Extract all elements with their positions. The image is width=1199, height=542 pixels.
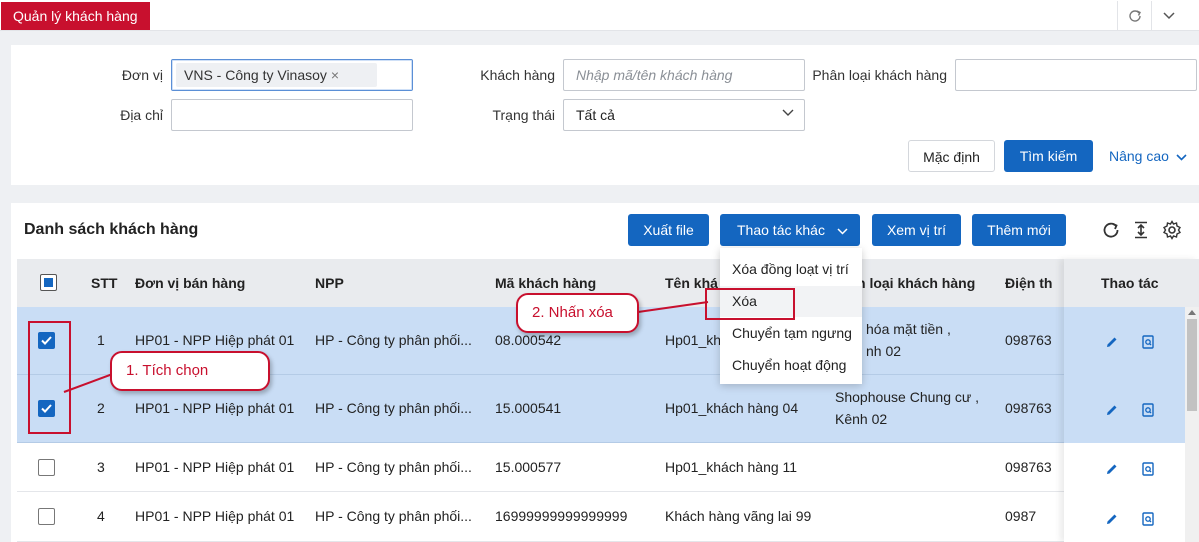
highlight-checkboxes [28,321,71,434]
annotation-step-1: 1. Tích chọn [110,351,270,391]
highlight-xoa [705,288,795,320]
annotation-step-2: 2. Nhấn xóa [516,293,639,333]
annotation-arrows [63,301,709,393]
